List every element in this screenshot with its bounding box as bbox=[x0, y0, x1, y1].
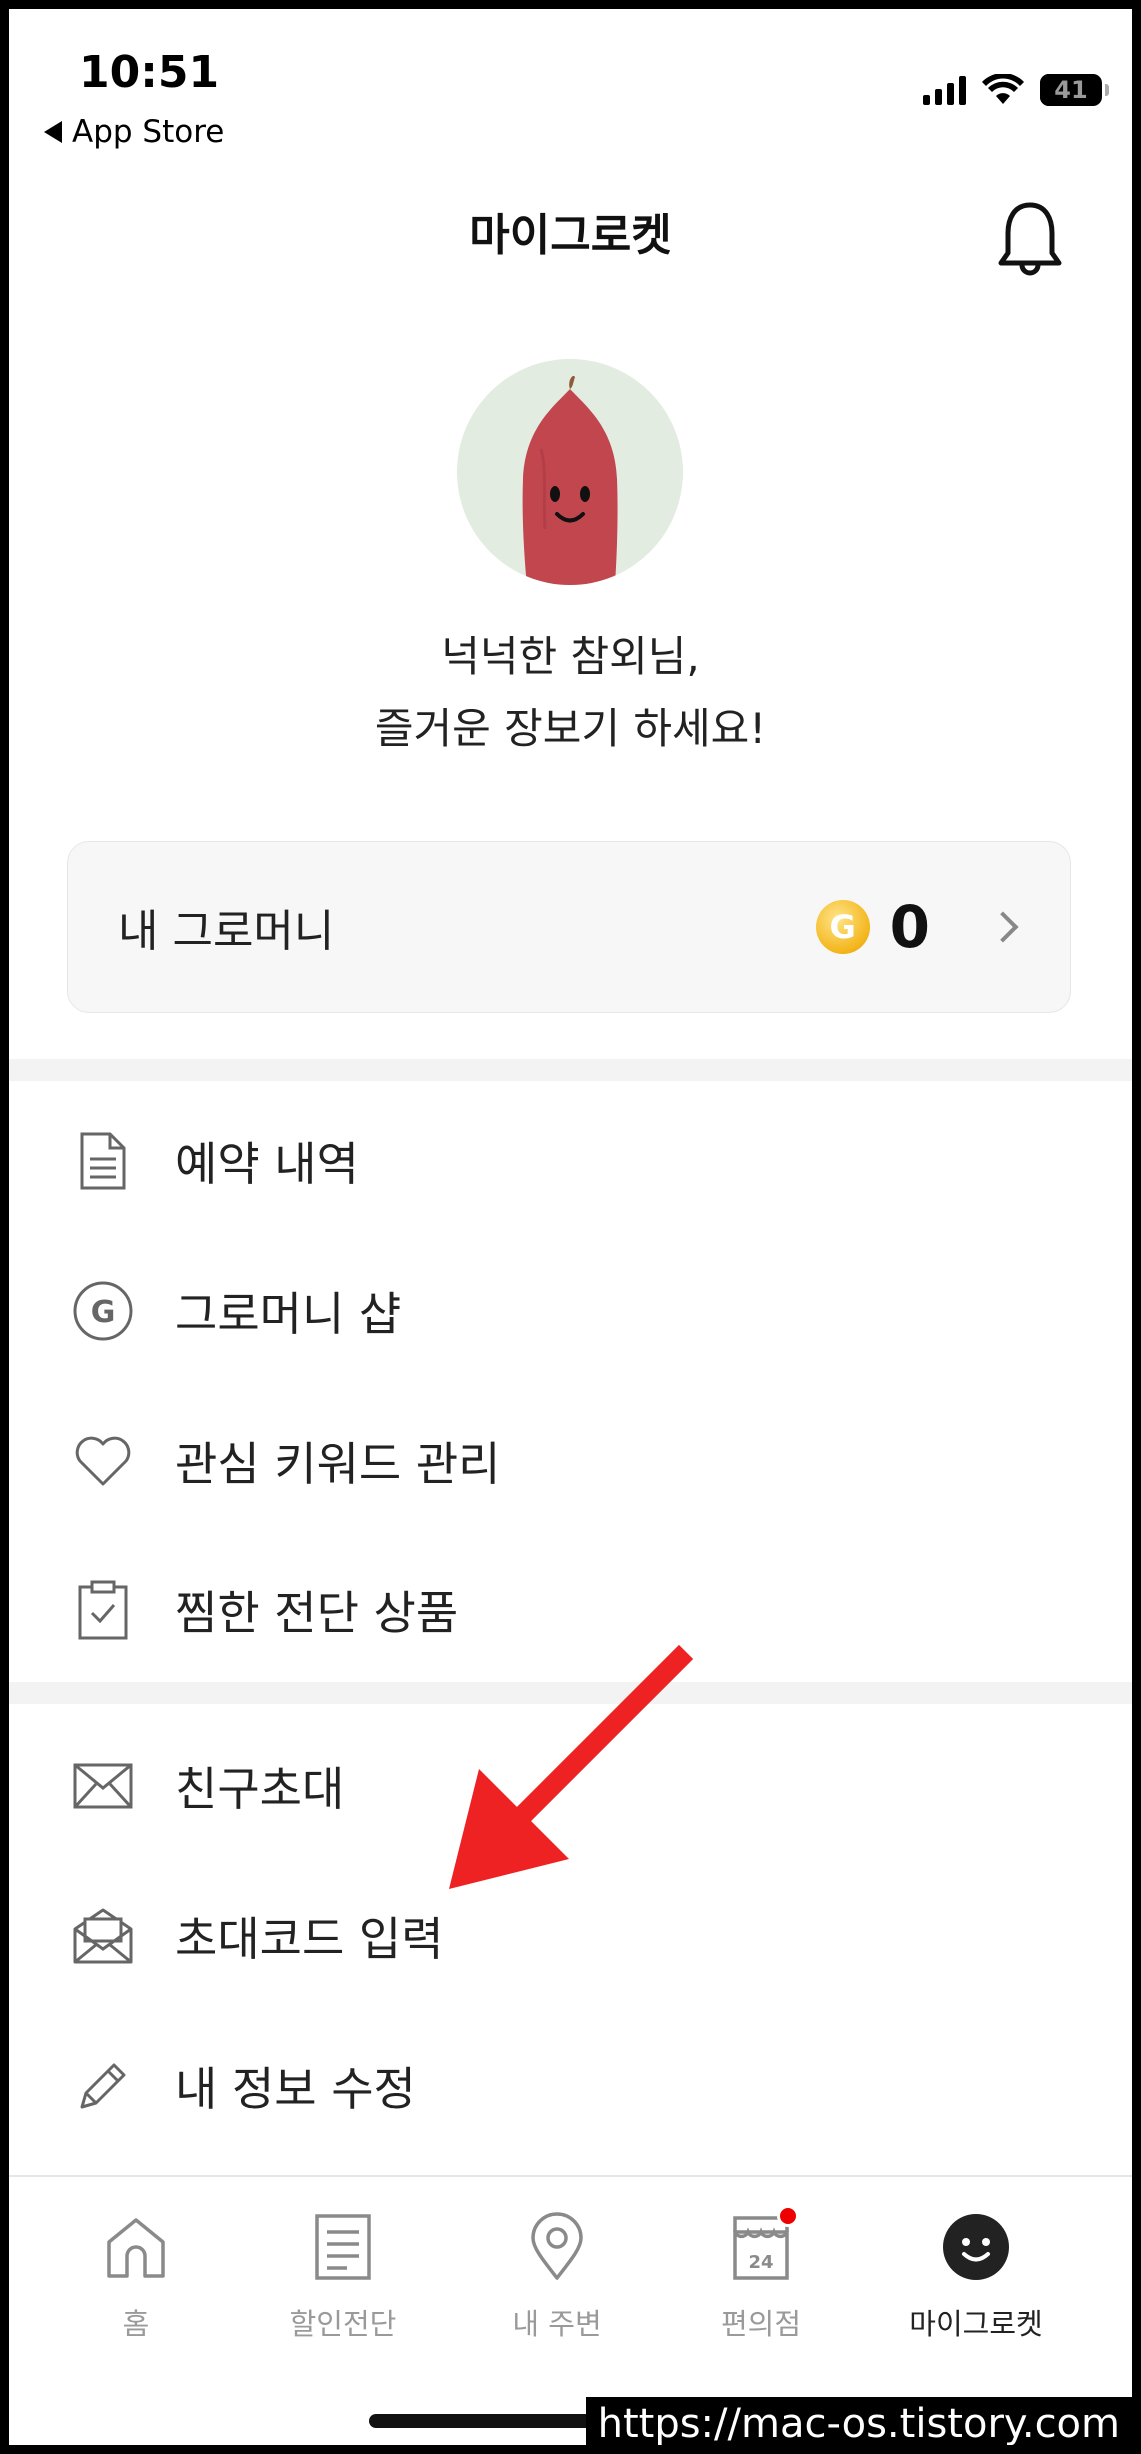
section-divider bbox=[9, 1059, 1132, 1081]
menu-item-edit-profile[interactable]: 내 정보 수정 bbox=[9, 2031, 1132, 2141]
gromoney-label: 내 그로머니 bbox=[118, 906, 335, 957]
menu-item-keywords[interactable]: 관심 키워드 관리 bbox=[9, 1406, 1132, 1516]
cellular-signal-icon bbox=[923, 75, 966, 105]
tab-label: 홈 bbox=[122, 2307, 150, 2341]
home-icon bbox=[96, 2207, 176, 2287]
tab-label: 내 주변 bbox=[512, 2307, 602, 2341]
g-coin-icon: G bbox=[71, 1279, 135, 1343]
menu-label: 그로머니 샵 bbox=[175, 1287, 402, 1341]
menu-label: 초대코드 입력 bbox=[175, 1912, 444, 1966]
envelope-icon bbox=[71, 1754, 135, 1818]
notification-dot bbox=[777, 2205, 799, 2227]
tab-label: 마이그로켓 bbox=[909, 2307, 1043, 2341]
menu-label: 예약 내역 bbox=[175, 1137, 359, 1191]
menu-label: 내 정보 수정 bbox=[175, 2062, 416, 2116]
menu-item-gromoney-shop[interactable]: G 그로머니 샵 bbox=[9, 1256, 1132, 1366]
greeting-line-2: 즐거운 장보기 하세요! bbox=[374, 704, 767, 753]
menu-label: 관심 키워드 관리 bbox=[175, 1437, 501, 1491]
back-arrow-icon bbox=[44, 121, 62, 143]
avatar[interactable] bbox=[457, 359, 683, 585]
g-coin-icon: G bbox=[815, 900, 870, 954]
bell-icon[interactable] bbox=[996, 199, 1064, 277]
battery-icon: 41 bbox=[1040, 74, 1109, 106]
chevron-right-icon bbox=[987, 911, 1019, 943]
gromoney-balance: 0 bbox=[889, 893, 930, 961]
screen: 10:51 App Store 41 마이그로켓 넉넉한 참외님, 즐거운 장보… bbox=[9, 9, 1132, 2445]
tab-flyers[interactable]: 할인전단 bbox=[253, 2207, 433, 2343]
back-label: App Store bbox=[72, 114, 225, 150]
tab-convenience-store[interactable]: 24 편의점 bbox=[671, 2205, 851, 2343]
back-to-app-store[interactable]: App Store bbox=[44, 114, 224, 150]
tab-home[interactable]: 홈 bbox=[46, 2207, 226, 2343]
open-envelope-icon bbox=[71, 1904, 135, 1968]
location-pin-icon bbox=[517, 2207, 597, 2287]
tab-label: 편의점 bbox=[720, 2307, 802, 2341]
clipboard-check-icon bbox=[71, 1578, 135, 1642]
heart-icon bbox=[71, 1429, 135, 1493]
tab-nearby[interactable]: 내 주변 bbox=[467, 2207, 647, 2343]
tab-label: 할인전단 bbox=[289, 2307, 397, 2341]
sweet-potato-character-icon bbox=[522, 375, 618, 585]
greeting-line-1: 넉넉한 참외님, bbox=[441, 632, 700, 681]
flyer-icon bbox=[303, 2207, 383, 2287]
tab-my-grocket[interactable]: 마이그로켓 bbox=[886, 2207, 1066, 2343]
page-title: 마이그로켓 bbox=[469, 210, 672, 261]
status-time: 10:51 bbox=[79, 47, 220, 98]
pencil-icon bbox=[71, 2054, 135, 2118]
battery-percent: 41 bbox=[1054, 76, 1088, 104]
document-icon bbox=[71, 1129, 135, 1193]
menu-item-reservations[interactable]: 예약 내역 bbox=[9, 1106, 1132, 1216]
gromoney-card[interactable]: 내 그로머니 G 0 bbox=[67, 841, 1071, 1013]
watermark: https://mac-os.tistory.com bbox=[585, 2397, 1132, 2445]
red-arrow-annotation bbox=[449, 1644, 694, 1889]
store-24-text: 24 bbox=[748, 2252, 773, 2273]
svg-text:G: G bbox=[91, 1295, 116, 1330]
greeting: 넉넉한 참외님, 즐거운 장보기 하세요! bbox=[9, 621, 1132, 765]
status-indicators: 41 bbox=[923, 74, 1109, 106]
menu-label: 친구초대 bbox=[175, 1762, 345, 1816]
menu-label: 찜한 전단 상품 bbox=[175, 1586, 459, 1640]
store-icon: 24 bbox=[721, 2205, 801, 2287]
smiley-icon bbox=[936, 2207, 1016, 2287]
wifi-icon bbox=[982, 74, 1024, 104]
